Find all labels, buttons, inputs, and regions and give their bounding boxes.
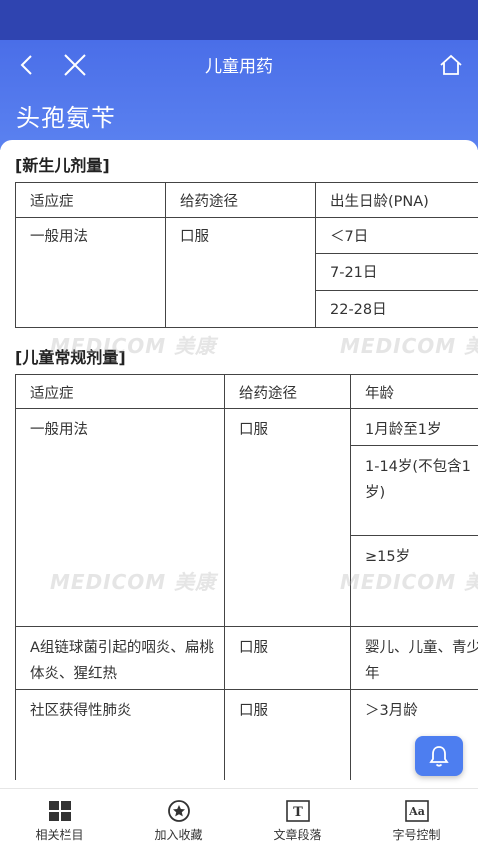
section-title-neonatal: [新生儿剂量] xyxy=(15,156,110,175)
svg-text:T: T xyxy=(293,805,303,820)
table-row: A组链球菌引起的咽炎、扁桃体炎、猩红热 口服 婴儿、儿童、青少年 xyxy=(15,626,478,690)
tab-article-paragraphs[interactable]: T 文章段落 xyxy=(238,789,357,850)
header: 儿童用药 头孢氨苄 xyxy=(0,40,478,150)
tab-label: 加入收藏 xyxy=(154,828,203,842)
section-title-pediatric: [儿童常规剂量] xyxy=(15,348,126,367)
grid-icon xyxy=(47,799,73,823)
floating-action-button[interactable] xyxy=(415,736,463,776)
tab-add-favorite[interactable]: 加入收藏 xyxy=(119,789,238,850)
table-header-cell: 给药途径 xyxy=(224,374,351,409)
indication-cell: A组链球菌引起的咽炎、扁桃体炎、猩红热 xyxy=(15,626,225,690)
age-cell: ≥15岁 xyxy=(350,535,478,627)
indication-cell: 社区获得性肺炎 xyxy=(15,689,225,780)
table-header-cell: 出生日龄(PNA) xyxy=(315,182,478,218)
table-row: 一般用法 口服 1月龄至1岁 xyxy=(15,408,478,627)
tab-label: 文章段落 xyxy=(273,828,322,842)
route-cell: 口服 xyxy=(224,689,351,780)
star-icon xyxy=(166,799,192,823)
age-cell: 7-21日 xyxy=(315,253,478,291)
tab-font-size[interactable]: Aa 字号控制 xyxy=(357,789,476,850)
route-cell: 口服 xyxy=(224,626,351,690)
tab-label: 相关栏目 xyxy=(35,828,84,842)
svg-text:Aa: Aa xyxy=(408,805,425,818)
table-header-row: 适应症 给药途径 出生日龄(PNA) xyxy=(15,182,478,218)
text-t-icon: T xyxy=(285,799,311,823)
age-cell: 1-14岁(不包含1岁) xyxy=(350,445,478,536)
age-cell: 婴儿、儿童、青少年 xyxy=(350,626,478,690)
tab-label: 字号控制 xyxy=(392,828,441,842)
bottom-tab-bar: 相关栏目 加入收藏 T 文章段落 Aa 字号控制 xyxy=(0,788,478,850)
neonatal-dose-table: 适应症 给药途径 出生日龄(PNA) 一般用法 口服 ＜7日 7-21日 22-… xyxy=(15,182,478,328)
table-header-row: 适应症 给药途径 年龄 xyxy=(15,374,478,409)
home-icon xyxy=(440,54,462,75)
font-aa-icon: Aa xyxy=(404,799,430,823)
pediatric-dose-table: 适应症 给药途径 年龄 一般用法 口服 1月龄至1岁 1-14岁(不包含1岁) … xyxy=(15,374,478,780)
table-header-cell: 年龄 xyxy=(350,374,478,409)
drug-title: 头孢氨苄 xyxy=(16,104,116,132)
table-header-cell: 适应症 xyxy=(15,182,166,218)
tab-related-columns[interactable]: 相关栏目 xyxy=(0,789,119,850)
indication-cell: 一般用法 xyxy=(15,408,225,627)
article-content[interactable]: [新生儿剂量] 适应症 给药途径 出生日龄(PNA) 一般用法 口服 ＜7日 7… xyxy=(0,140,478,780)
indication-cell: 一般用法 xyxy=(15,217,166,328)
table-header-cell: 给药途径 xyxy=(165,182,316,218)
nav-bar: 儿童用药 xyxy=(0,40,478,90)
bell-icon xyxy=(429,746,449,767)
table-header-cell: 适应症 xyxy=(15,374,225,409)
home-button[interactable] xyxy=(436,50,466,80)
table-row: 社区获得性肺炎 口服 ＞3月龄 xyxy=(15,689,478,780)
watermark: MEDICOM 美康 xyxy=(340,334,478,358)
nav-title: 儿童用药 xyxy=(205,57,273,77)
age-cell: ＜7日 xyxy=(315,217,478,254)
status-bar xyxy=(0,0,478,40)
age-cell: 22-28日 xyxy=(315,290,478,328)
route-cell: 口服 xyxy=(165,217,316,328)
age-cell: 1月龄至1岁 xyxy=(350,408,478,446)
table-row: 一般用法 口服 ＜7日 xyxy=(15,217,478,328)
route-cell: 口服 xyxy=(224,408,351,627)
